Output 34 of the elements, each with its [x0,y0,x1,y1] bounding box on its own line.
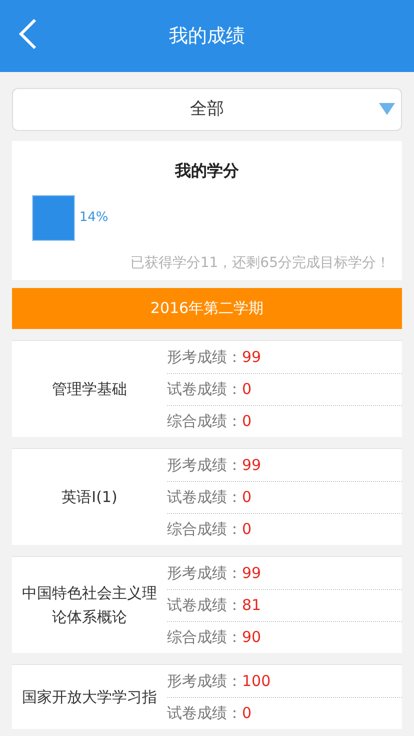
score-value: 0 [242,703,252,724]
score-label: 试卷成绩： [167,379,242,400]
score-value: 99 [242,562,262,584]
score-value: 81 [242,595,262,616]
score-label: 综合成绩： [167,627,242,648]
score-label: 试卷成绩： [167,703,242,724]
score-value: 99 [242,346,262,368]
score-value: 99 [242,454,262,476]
credits-percent: 14% [79,209,108,228]
score-label: 综合成绩： [167,411,242,432]
score-label: 形考成绩： [167,562,242,584]
course-name: 英语I(1) [60,487,118,508]
score-value: 100 [242,670,271,692]
dropdown-caret-icon [379,103,395,115]
course-name: 管理学基础 [51,379,128,400]
score-value: 90 [242,627,262,648]
course-name: 国家开放大学学习指 [21,687,158,708]
score-label: 综合成绩： [167,519,242,540]
score-label: 形考成绩： [167,670,242,692]
term-banner: 2016年第二学期 [12,288,402,329]
score-label: 形考成绩： [167,346,242,368]
credits-summary: 已获得学分11，还剩65分完成目标学分！ [129,254,391,273]
score-label: 试卷成绩： [167,595,242,616]
back-icon [18,18,38,50]
page-title: 我的成绩 [169,24,245,49]
score-value: 0 [242,379,252,400]
credits-title: 我的学分 [174,160,240,182]
score-label: 试卷成绩： [167,487,242,508]
filter-dropdown[interactable]: 全部 [12,88,402,131]
score-value: 0 [242,487,252,508]
score-value: 0 [242,411,252,432]
course-name: 中国特色社会主义理论体系概论 [21,583,158,628]
score-value: 0 [242,519,252,540]
score-label: 形考成绩： [167,454,242,476]
